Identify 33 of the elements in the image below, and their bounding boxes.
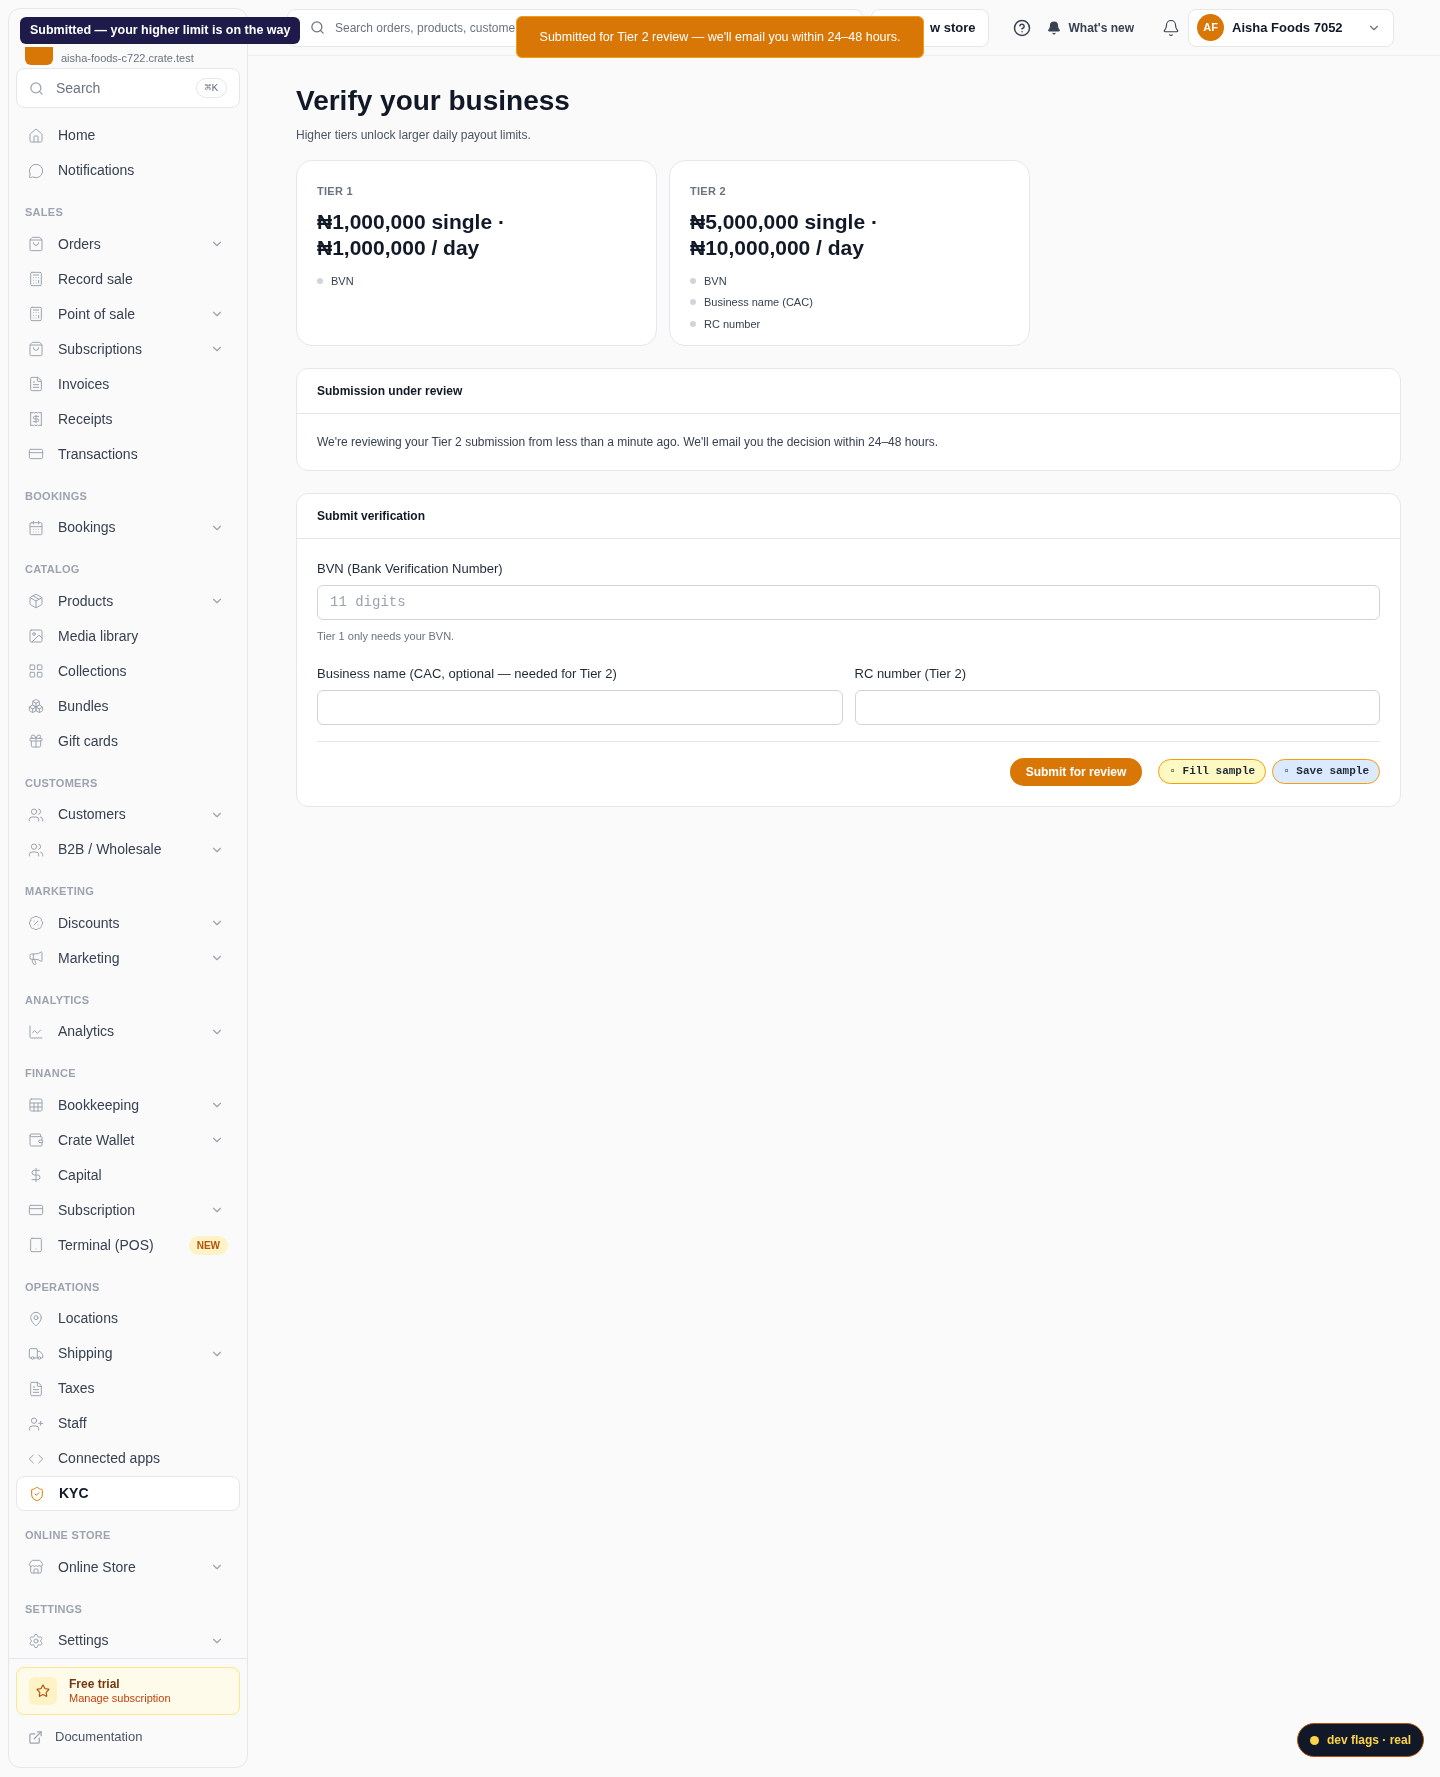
store-url: aisha-foods-c722.crate.test: [61, 51, 194, 65]
section-label: ONLINE STORE: [24, 1528, 112, 1543]
requirement: Business name (CAC): [704, 295, 813, 310]
panel-title: Submit verification: [317, 508, 426, 525]
field-label: BVN (Bank Verification Number): [317, 560, 504, 578]
toast: Submitted — your higher limit is on the way: [20, 17, 301, 44]
tier-limits: ₦5,000,000 single · ₦10,000,000 / day: [690, 208, 879, 261]
tier-label: TIER 1: [317, 184, 354, 199]
requirement: BVN: [331, 273, 354, 289]
section-label: SALES: [24, 205, 65, 220]
review-message: We're reviewing your Tier 2 submission from less than a minute ago. We'll email you the decision within 24–48 hours.: [316, 434, 940, 451]
requirement: BVN: [704, 273, 727, 289]
toast: Submitted for Tier 2 review — we'll email you within 24–48 hours.: [516, 16, 924, 58]
field-label: Business name (CAC, optional — needed for Tier 2): [317, 665, 618, 683]
section-label: BOOKINGS: [24, 488, 89, 504]
tier-label: TIER 2: [690, 184, 727, 199]
page-subtitle: Higher tiers unlock larger daily payout limits.: [296, 127, 532, 144]
avatar: AF: [1197, 14, 1225, 41]
new-badge: NEW: [188, 1235, 228, 1255]
section-label: SETTINGS: [24, 1601, 84, 1617]
field-label: RC number (Tier 2): [854, 665, 967, 683]
panel-title: Submission under review: [317, 383, 463, 400]
section-label: CATALOG: [24, 562, 81, 577]
page-title: Verify your business: [296, 84, 571, 118]
requirement: RC number: [704, 316, 761, 332]
section-label: ANALYTICS: [24, 992, 91, 1008]
field-hint: Tier 1 only needs your BVN.: [317, 628, 456, 644]
section-label: CUSTOMERS: [24, 775, 99, 791]
trial-title: Free trial: [69, 1676, 121, 1692]
section-label: FINANCE: [24, 1066, 77, 1081]
section-label: MARKETING: [24, 884, 96, 899]
section-label: OPERATIONS: [24, 1279, 101, 1295]
tier-limits: ₦1,000,000 single · ₦1,000,000 / day: [317, 208, 506, 261]
